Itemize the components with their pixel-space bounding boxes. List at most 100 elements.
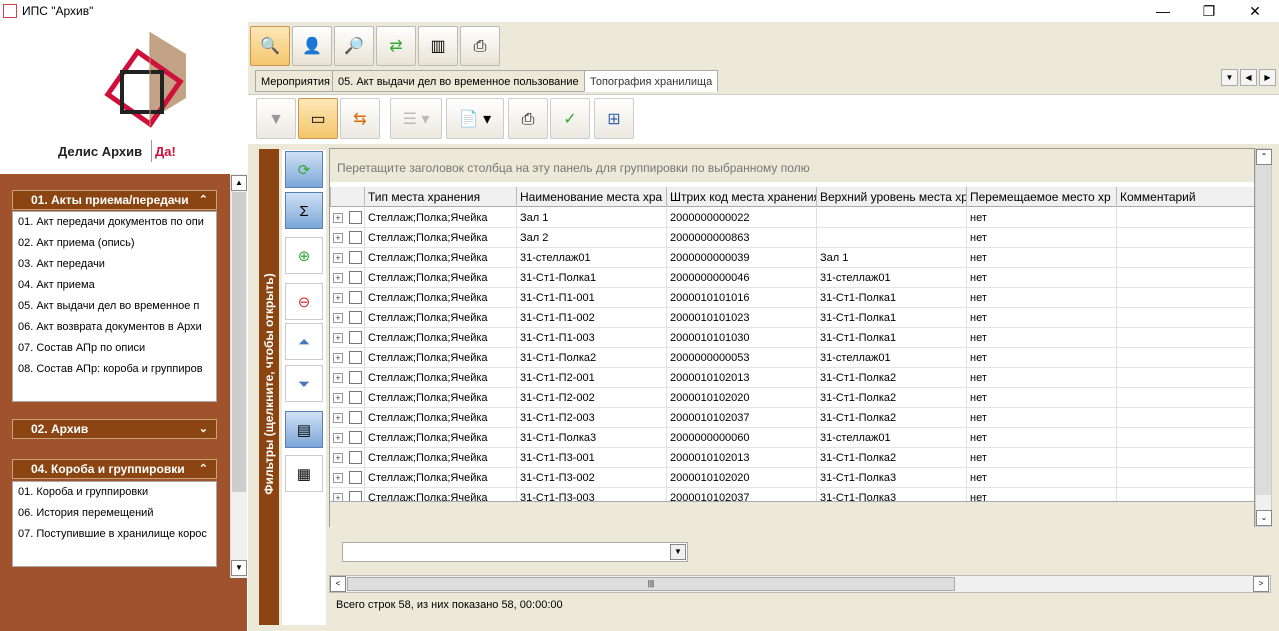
expand-icon[interactable]: + [333,393,343,403]
delete-row-button[interactable]: ⊖ [285,283,323,320]
scroll-thumb[interactable] [1256,165,1271,495]
nav-item[interactable]: 03. Акт передачи [13,254,216,275]
add-row-button[interactable]: ⊕ [285,237,323,274]
expand-icon[interactable]: + [333,213,343,223]
column-header[interactable]: Штрих код места хранения [666,187,816,207]
check-button[interactable]: ✓ [550,98,590,139]
row-checkbox[interactable] [349,211,362,224]
row-checkbox[interactable] [349,291,362,304]
tab-prev-icon[interactable]: ◀ [1240,69,1257,86]
sum-button[interactable]: Σ [285,192,323,229]
column-header[interactable]: Тип места хранения [364,187,516,207]
scroll-down-icon[interactable]: ▼ [231,560,247,576]
tab-next-icon[interactable]: ▶ [1259,69,1276,86]
expand-icon[interactable]: + [333,333,343,343]
column-header[interactable]: Наименование места хра [516,187,666,207]
expand-icon[interactable]: + [333,453,343,463]
scroll-right-icon[interactable]: > [1253,576,1269,592]
barcode-button[interactable]: ▥ [418,26,458,66]
restore-button[interactable]: ❐ [1186,2,1232,20]
nav-item[interactable]: 06. Акт возврата документов в Архи [13,317,216,338]
row-checkbox[interactable] [349,471,362,484]
nav-item[interactable]: 07. Состав АПр по описи [13,338,216,359]
view-button[interactable]: ▭ [298,98,338,139]
nav-item[interactable]: 01. Короба и группировки [13,482,216,503]
row-checkbox[interactable] [349,271,362,284]
group-panel[interactable]: Перетащите заголовок столбца на эту пане… [330,149,1254,182]
table-row[interactable]: + Стеллаж;Полка;Ячейка 31-стеллаж01 2000000… [330,248,1254,268]
expand-icon[interactable]: + [333,433,343,443]
table-row[interactable]: + Стеллаж;Полка;Ячейка 31-Ст1-П2-001 200001… [330,368,1254,388]
scroll-thumb[interactable] [232,192,246,492]
row-checkbox[interactable] [349,331,362,344]
expand-icon[interactable]: + [333,273,343,283]
expand-icon[interactable]: + [333,253,343,263]
table-row[interactable]: + Стеллаж;Полка;Ячейка 31-Ст1-П3-002 200001… [330,468,1254,488]
expand-icon[interactable]: + [333,373,343,383]
row-checkbox[interactable] [349,251,362,264]
row-checkbox[interactable] [349,371,362,384]
horizontal-scrollbar[interactable]: < ||| > [329,575,1271,593]
table-row[interactable]: + Стеллаж;Полка;Ячейка 31-Ст1-П3-003 200001… [330,488,1254,501]
table-row[interactable]: + Стеллаж;Полка;Ячейка 31-Ст1-П1-002 200001… [330,308,1254,328]
expand-icon[interactable]: + [333,353,343,363]
nav-group-header-acts[interactable]: 01. Акты приема/передачи ⌃ [12,190,217,210]
report-button[interactable]: ☰ ▾ [390,98,442,139]
table-row[interactable]: + Стеллаж;Полка;Ячейка 31-Ст1-Полка3 200000… [330,428,1254,448]
close-button[interactable]: ✕ [1232,2,1278,20]
scroll-up-icon[interactable]: ▲ [231,175,247,191]
table-row[interactable]: + Стеллаж;Полка;Ячейка 31-Ст1-П2-003 200001… [330,408,1254,428]
expand-icon[interactable]: + [333,473,343,483]
filter-button[interactable]: ▼ [256,98,296,139]
filters-strip[interactable]: Фильтры (щелкните, чтобы открыть) [259,149,279,625]
grid-scrollbar[interactable]: ⌃ ⌄ [1255,148,1272,527]
expand-icon[interactable]: + [333,233,343,243]
chevron-down-icon[interactable]: ▼ [670,544,686,560]
filter-combo[interactable]: ▼ [342,542,688,562]
table-row[interactable]: + Стеллаж;Полка;Ячейка 31-Ст1-Полка1 200000… [330,268,1254,288]
row-checkbox[interactable] [349,451,362,464]
layout-button[interactable]: ▤ [285,411,323,448]
table-row[interactable]: + Стеллаж;Полка;Ячейка 31-Ст1-П1-001 200001… [330,288,1254,308]
tab-events[interactable]: Мероприятия [255,70,336,92]
row-checkbox[interactable] [349,311,362,324]
search-doc-button[interactable]: 🔍 [250,26,290,66]
sheet-button[interactable]: ▦ [285,455,323,492]
table-row[interactable]: + Стеллаж;Полка;Ячейка 31-Ст1-П1-003 200001… [330,328,1254,348]
table-row[interactable]: + Стеллаж;Полка;Ячейка Зал 1 2000000000022 н… [330,208,1254,228]
expand-icon[interactable]: + [333,413,343,423]
row-checkbox[interactable] [349,411,362,424]
row-checkbox[interactable] [349,231,362,244]
minimize-button[interactable]: — [1140,2,1186,20]
row-checkbox[interactable] [349,351,362,364]
nav-item[interactable]: 07. Поступившие в хранилище корос [13,524,216,545]
column-header[interactable]: Комментарий [1116,187,1254,207]
scroll-up-icon[interactable]: ⌃ [1256,149,1272,165]
expand-icon[interactable]: + [333,313,343,323]
user-button[interactable]: 👤 [292,26,332,66]
scroll-down-icon[interactable]: ⌄ [1256,510,1272,526]
row-checkbox[interactable] [349,431,362,444]
grid-print-button[interactable]: ⎙ [508,98,548,139]
nav-item[interactable]: 06. История перемещений [13,503,216,524]
nav-item[interactable]: 08. Состав АПр: короба и группиров [13,359,216,380]
advanced-search-button[interactable]: 🔎 [334,26,374,66]
tab-act-issue[interactable]: 05. Акт выдачи дел во временное пользова… [332,70,585,92]
nav-group-header-archive[interactable]: 02. Архив ⌄ [12,419,217,439]
row-checkbox[interactable] [349,491,362,501]
nav-group-header-boxes[interactable]: 04. Короба и группировки ⌃ [12,459,217,479]
column-header[interactable]: Перемещаемое место хр [966,187,1116,207]
structure-button[interactable]: ⊞ [594,98,634,139]
column-header[interactable]: Верхний уровень места хр [816,187,966,207]
row-checkbox[interactable] [349,391,362,404]
table-row[interactable]: + Стеллаж;Полка;Ячейка 31-Ст1-П3-001 200001… [330,448,1254,468]
expand-icon[interactable]: + [333,293,343,303]
expand-icon[interactable]: + [333,493,343,501]
table-row[interactable]: + Стеллаж;Полка;Ячейка 31-Ст1-П2-002 200001… [330,388,1254,408]
export-button[interactable]: 📄 ▾ [446,98,504,139]
refresh-button[interactable]: ⟳ [285,151,323,188]
move-up-button[interactable]: ⏶ [285,323,323,360]
tab-storage-topography[interactable]: Топография хранилища [584,70,719,92]
nav-item[interactable]: 02. Акт приема (опись) [13,233,216,254]
print-button[interactable]: ⎙ [460,26,500,66]
